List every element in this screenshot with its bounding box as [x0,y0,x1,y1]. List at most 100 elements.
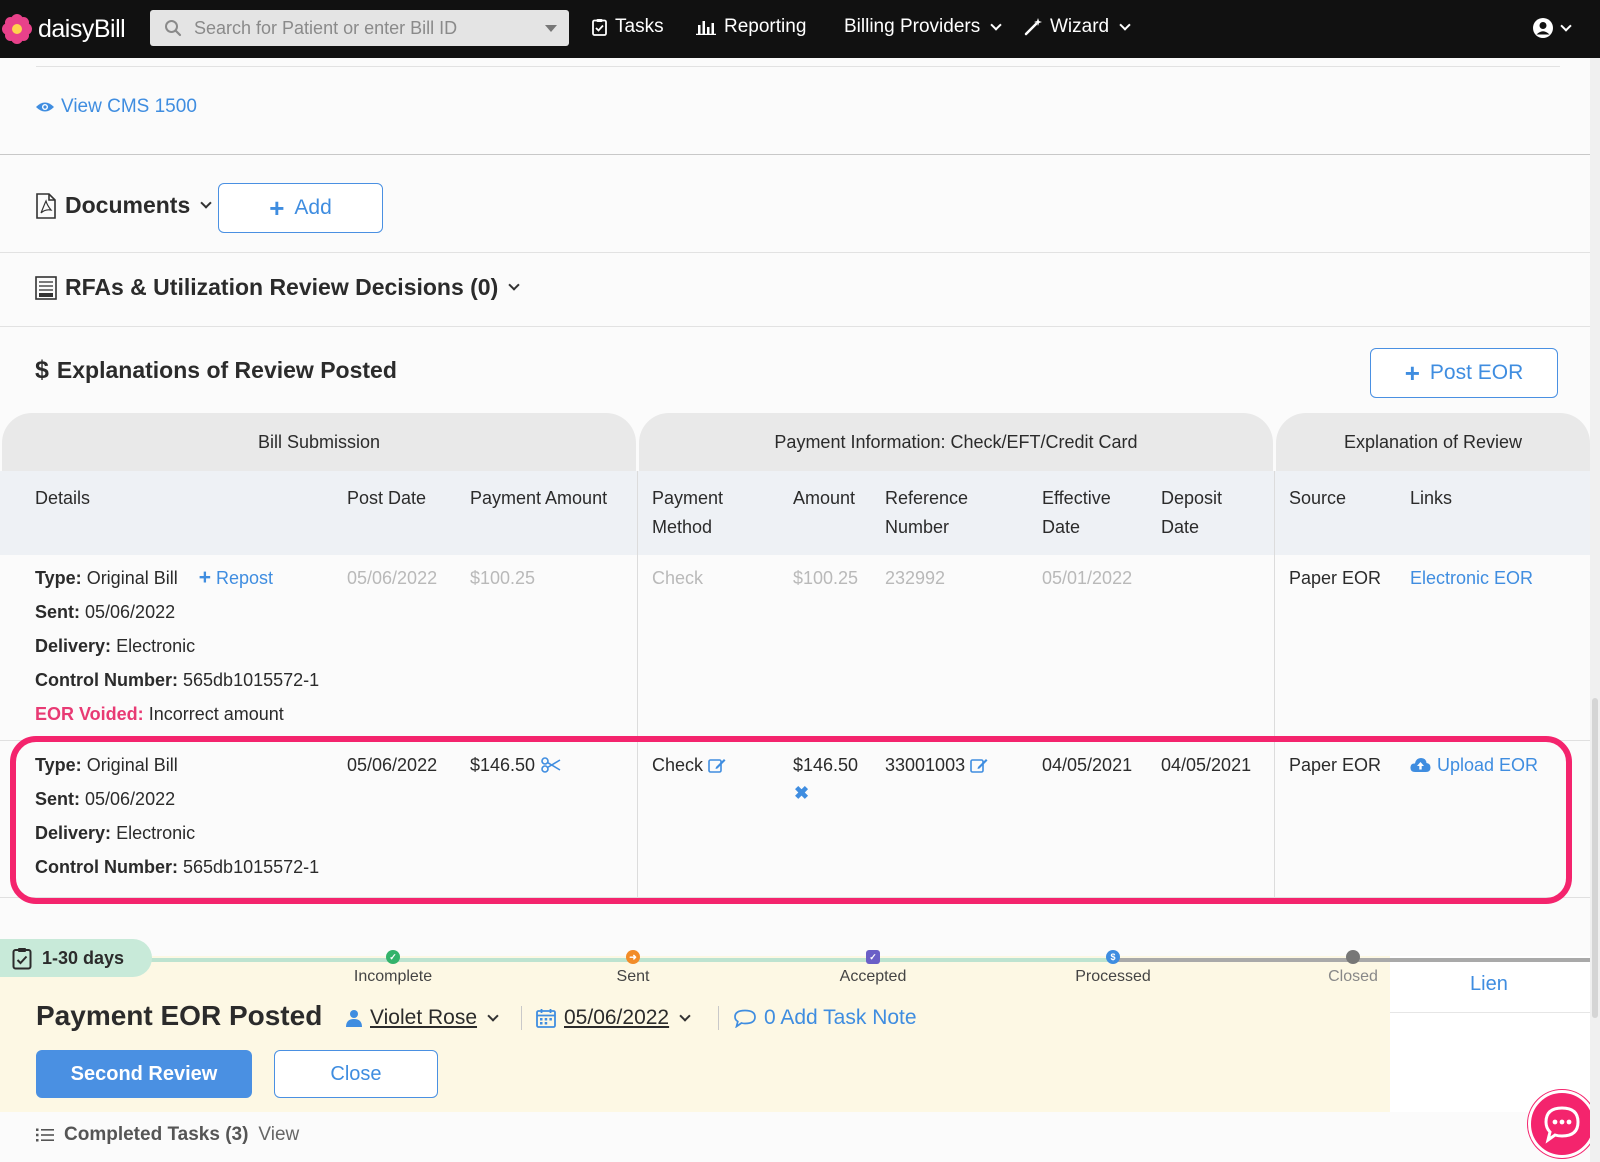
row1-effective: 05/01/2022 [1042,568,1133,588]
edit-icon[interactable] [970,757,988,774]
row2-type: Type: Original Bill [35,748,178,782]
nav-wizard[interactable]: Wizard [1024,16,1131,38]
post-eor-label: Post EOR [1429,361,1524,384]
nav-wizard-label: Wizard [1050,16,1110,37]
patient-search[interactable] [150,10,569,46]
sent-value: 05/06/2022 [85,602,176,622]
col-amount: Amount [793,488,856,508]
add-task-note-link[interactable]: 0 Add Task Note [734,1006,917,1030]
repost-link[interactable]: + Repost [199,567,273,588]
cloud-upload-icon [1410,758,1431,772]
close-button[interactable]: Close [274,1050,438,1098]
col-effective-line1: Effective [1042,488,1111,508]
scissors-icon[interactable] [541,757,561,773]
col-source: Source [1289,488,1347,508]
brand-name: daisyBill [38,14,126,43]
pdf-file-icon [36,192,56,219]
chevron-down-icon [990,18,1002,31]
brand-logo[interactable]: daisyBill [2,14,142,44]
remove-x-icon[interactable]: ✖ [794,776,809,810]
date-dropdown[interactable]: 05/06/2022 [536,1006,691,1030]
divider [36,66,1560,67]
row1-method: Check [652,568,704,588]
documents-title: Documents [65,192,191,218]
stage-incomplete[interactable]: Incomplete [354,968,432,986]
divider [1390,1012,1590,1013]
chat-widget-button[interactable] [1528,1090,1596,1158]
col-payment-amount: Payment Amount [470,488,608,508]
edit-icon[interactable] [708,757,726,774]
row2-delivery: Delivery: Electronic [35,816,195,850]
col-effective-line2: Date [1042,517,1081,537]
col-payment-method-line1: Payment [652,488,724,508]
magic-wand-icon [1024,18,1042,36]
chevron-down-icon [487,1009,499,1022]
row2-sent: Sent: 05/06/2022 [35,782,175,816]
sent-label: Sent: [35,602,80,622]
delivery-label: Delivery: [35,823,112,843]
completed-tasks-view[interactable]: View [258,1124,299,1146]
nav-tasks-label: Tasks [615,16,664,37]
electronic-eor-link[interactable]: Electronic EOR [1410,561,1533,595]
column-divider [637,471,638,897]
row2-effective: 04/05/2021 [1042,755,1133,775]
stage-accepted[interactable]: Accepted [840,968,907,986]
group-bill-submission: Bill Submission [2,413,636,471]
row2-post-date: 05/06/2022 [347,755,438,775]
stage-closed[interactable]: Closed [1328,968,1378,986]
list-icon [36,1128,54,1142]
eor-title: Explanations of Review Posted [56,357,397,383]
stage-sent[interactable]: Sent [617,968,650,986]
assignee-dropdown[interactable]: Violet Rose [346,1006,499,1030]
comment-icon [734,1009,756,1028]
nav-tasks[interactable]: Tasks [592,16,664,38]
search-icon [165,20,182,37]
status-title: Payment EOR Posted [36,1000,323,1031]
group-explanation-of-review: Explanation of Review [1276,413,1590,471]
search-dropdown-caret-icon[interactable] [545,25,557,32]
nav-billing-providers[interactable]: Billing Providers [844,16,1002,38]
sent-label: Sent: [35,789,80,809]
row-divider [0,897,1590,898]
clipboard-check-icon [12,947,32,969]
chevron-down-icon [508,279,520,291]
type-label: Type: [35,755,82,775]
documents-header[interactable]: Documents [35,192,212,219]
second-review-button[interactable]: Second Review [36,1050,252,1098]
delivery-value: Electronic [116,823,196,843]
view-cms-1500-link[interactable]: View CMS 1500 [35,96,197,118]
post-eor-button[interactable]: + Post EOR [1370,348,1558,398]
delivery-label: Delivery: [35,636,112,656]
upload-eor-link[interactable]: Upload EOR [1410,748,1538,782]
completed-tasks[interactable]: Completed Tasks (3) View [36,1124,299,1146]
col-reference-line1: Reference [885,488,969,508]
view-cms-1500-label: View CMS 1500 [61,96,197,117]
scrollbar-thumb[interactable] [1592,698,1598,1018]
divider [0,252,1590,253]
stage-processed[interactable]: Processed [1075,968,1151,986]
row2-method-value: Check [652,755,704,775]
lien-tab[interactable]: Lien [1470,973,1508,996]
nav-billing-providers-label: Billing Providers [844,16,981,37]
search-input[interactable] [194,17,534,39]
add-document-button[interactable]: + Add [218,183,383,233]
row1-source: Paper EOR [1289,568,1382,588]
aging-badge: 1-30 days [0,939,152,977]
col-deposit-line2: Date [1161,517,1200,537]
row1-sent: Sent: 05/06/2022 [35,595,175,629]
daisy-logo-icon [2,14,32,44]
rfas-header[interactable]: RFAs & Utilization Review Decisions (0) [35,274,520,301]
nav-reporting[interactable]: Reporting [696,16,806,38]
voided-reason: Incorrect amount [148,704,284,724]
row1-reference: 232992 [885,568,946,588]
chevron-down-icon [1119,18,1131,31]
chat-bubble-icon [1544,1106,1580,1144]
stage-processed-dollar-icon: $ [1106,950,1120,964]
vertical-scrollbar[interactable] [1590,58,1600,1162]
assignee-name: Violet Rose [370,1006,478,1029]
eor-header: $ Explanations of Review Posted [35,356,397,385]
plus-icon: + [269,193,285,223]
control-label: Control Number: [35,857,178,877]
user-menu[interactable] [1532,17,1572,39]
row1-delivery: Delivery: Electronic [35,629,195,663]
